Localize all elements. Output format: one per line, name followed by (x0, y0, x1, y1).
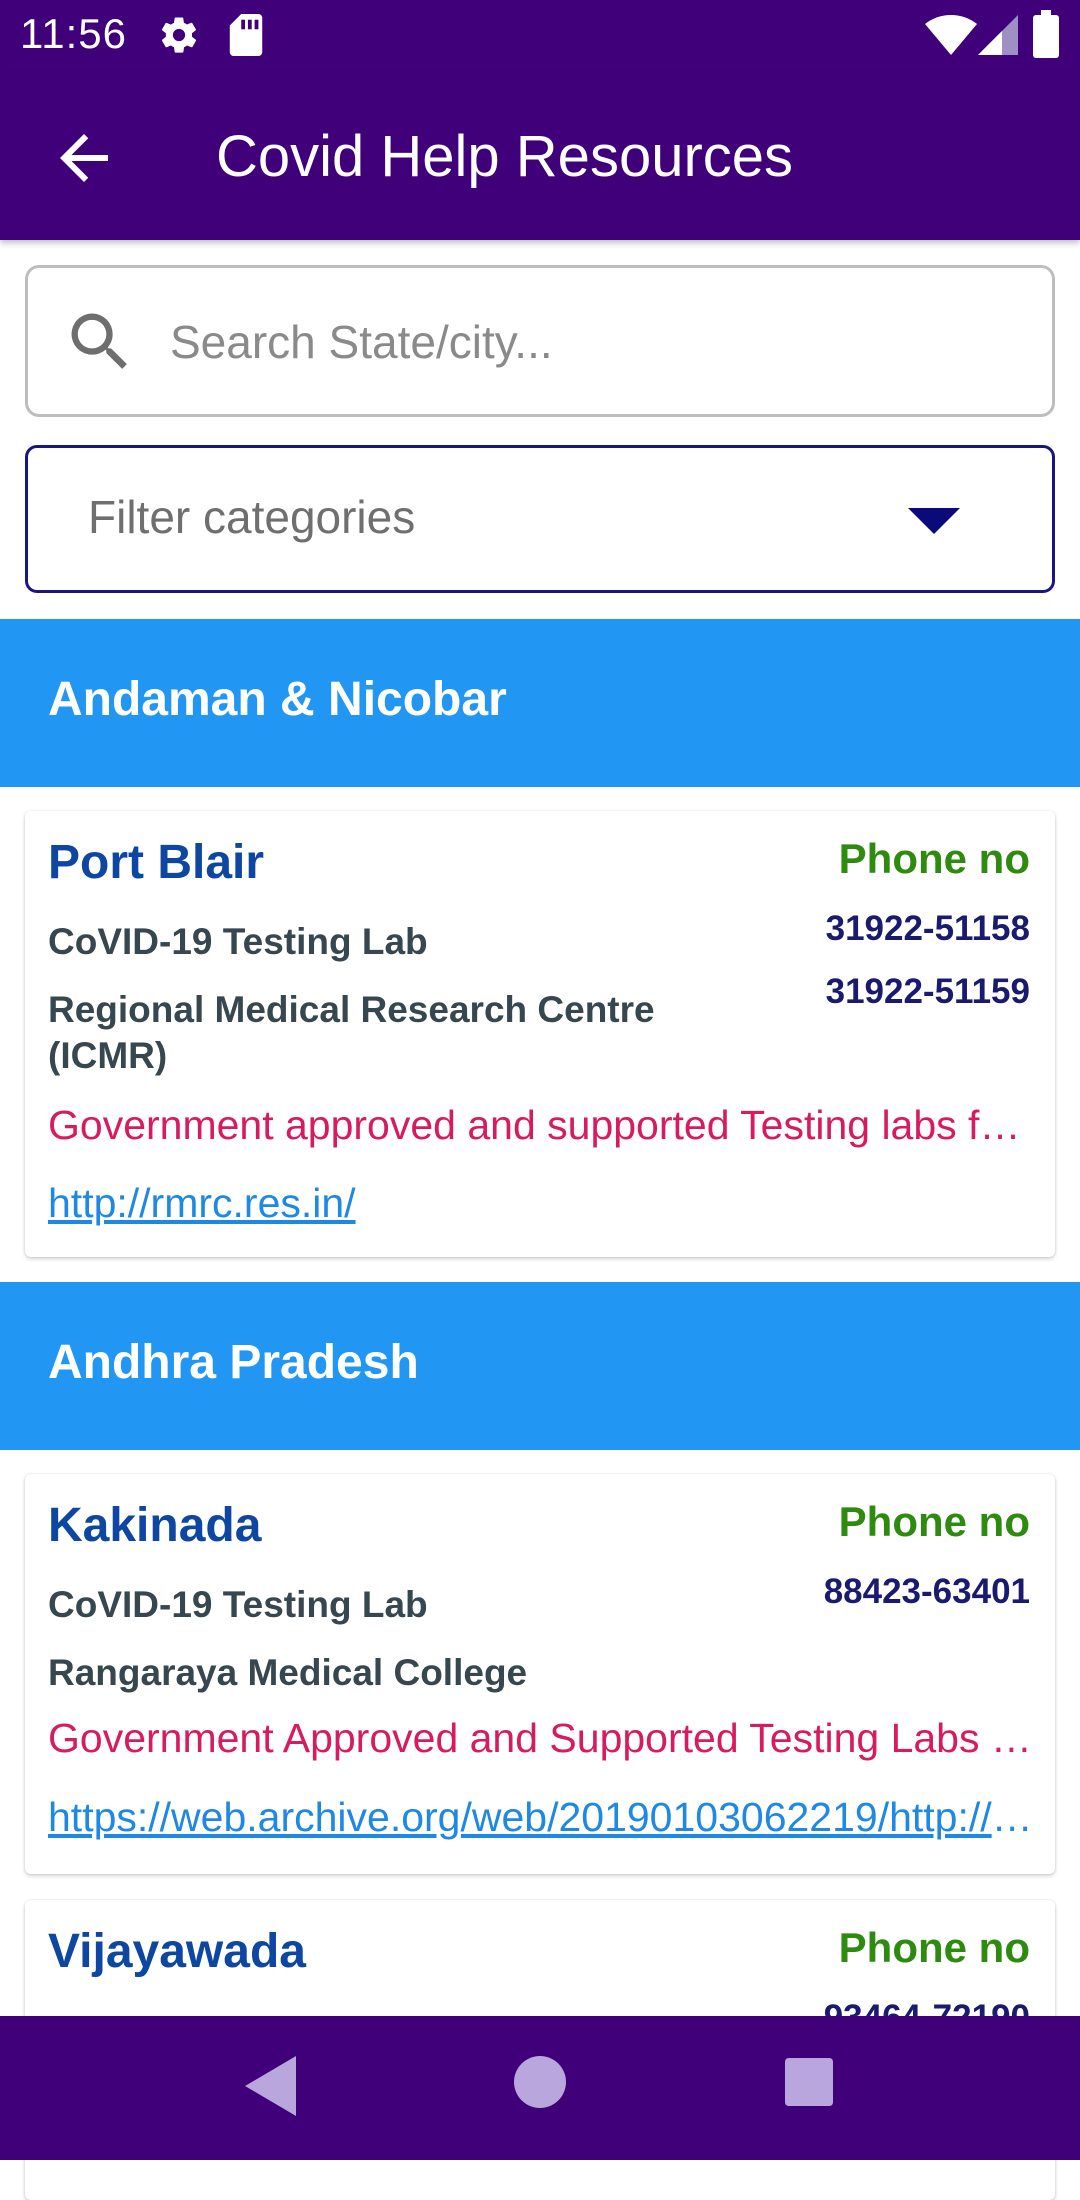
resource-link[interactable]: https://web.archive.org/web/201901030622… (48, 1794, 1038, 1841)
nav-home-icon[interactable] (514, 2056, 566, 2108)
phone-number[interactable]: 31922-51158 (826, 909, 1030, 949)
resource-category: CoVID-19 Testing Lab (48, 1584, 428, 1625)
phone-number[interactable]: 31922-51159 (826, 972, 1030, 1012)
phone-number[interactable]: 88423-63401 (824, 1572, 1030, 1612)
nav-back-icon[interactable] (242, 2056, 302, 2116)
sd-card-icon (229, 14, 263, 56)
page-title: Covid Help Resources (216, 124, 794, 189)
status-bar: 11:56 (0, 0, 1080, 72)
gear-icon (161, 17, 197, 53)
search-icon (71, 313, 127, 369)
phone-label: Phone no (838, 835, 1030, 882)
state-title: Andaman & Nicobar (48, 673, 507, 726)
organisation-name: Regional Medical Research Centre (ICMR) (48, 989, 655, 1076)
phone-label: Phone no (838, 1924, 1030, 1971)
city-name: Port Blair (48, 836, 265, 889)
resource-link[interactable]: http://rmrc.res.in/ (48, 1180, 1038, 1227)
resource-card[interactable]: Kakinada Phone no 88423-63401 CoVID-19 T… (25, 1474, 1055, 1874)
wifi-icon (925, 15, 977, 55)
search-box[interactable] (25, 265, 1055, 417)
status-time: 11:56 (20, 10, 127, 57)
battery-icon (1033, 10, 1059, 58)
filter-categories-dropdown[interactable]: Filter categories (25, 445, 1055, 593)
city-name: Vijayawada (48, 1925, 306, 1978)
resource-description: Government approved and supported Testin… (48, 1102, 1038, 1148)
state-header: Andaman & Nicobar (0, 619, 1080, 787)
resource-category: CoVID-19 Testing Lab (48, 921, 428, 962)
phone-label: Phone no (838, 1498, 1030, 1545)
state-header: Andhra Pradesh (0, 1282, 1080, 1450)
resource-description: Government Approved and Supported Testin… (48, 1715, 1038, 1761)
city-name: Kakinada (48, 1499, 262, 1552)
resource-card[interactable]: Port Blair Phone no 31922-51158 31922-51… (25, 811, 1055, 1257)
filter-label: Filter categories (88, 491, 416, 543)
state-title: Andhra Pradesh (48, 1336, 419, 1389)
signal-icon (978, 15, 1018, 55)
search-input[interactable] (168, 298, 1032, 386)
app-bar: Covid Help Resources (0, 72, 1080, 240)
arrow-back-icon[interactable] (48, 122, 120, 194)
dropdown-arrow-icon (908, 508, 960, 534)
organisation-name: Rangaraya Medical College (48, 1652, 528, 1693)
system-nav-bar (0, 2016, 1080, 2160)
nav-recents-icon[interactable] (785, 2058, 833, 2106)
